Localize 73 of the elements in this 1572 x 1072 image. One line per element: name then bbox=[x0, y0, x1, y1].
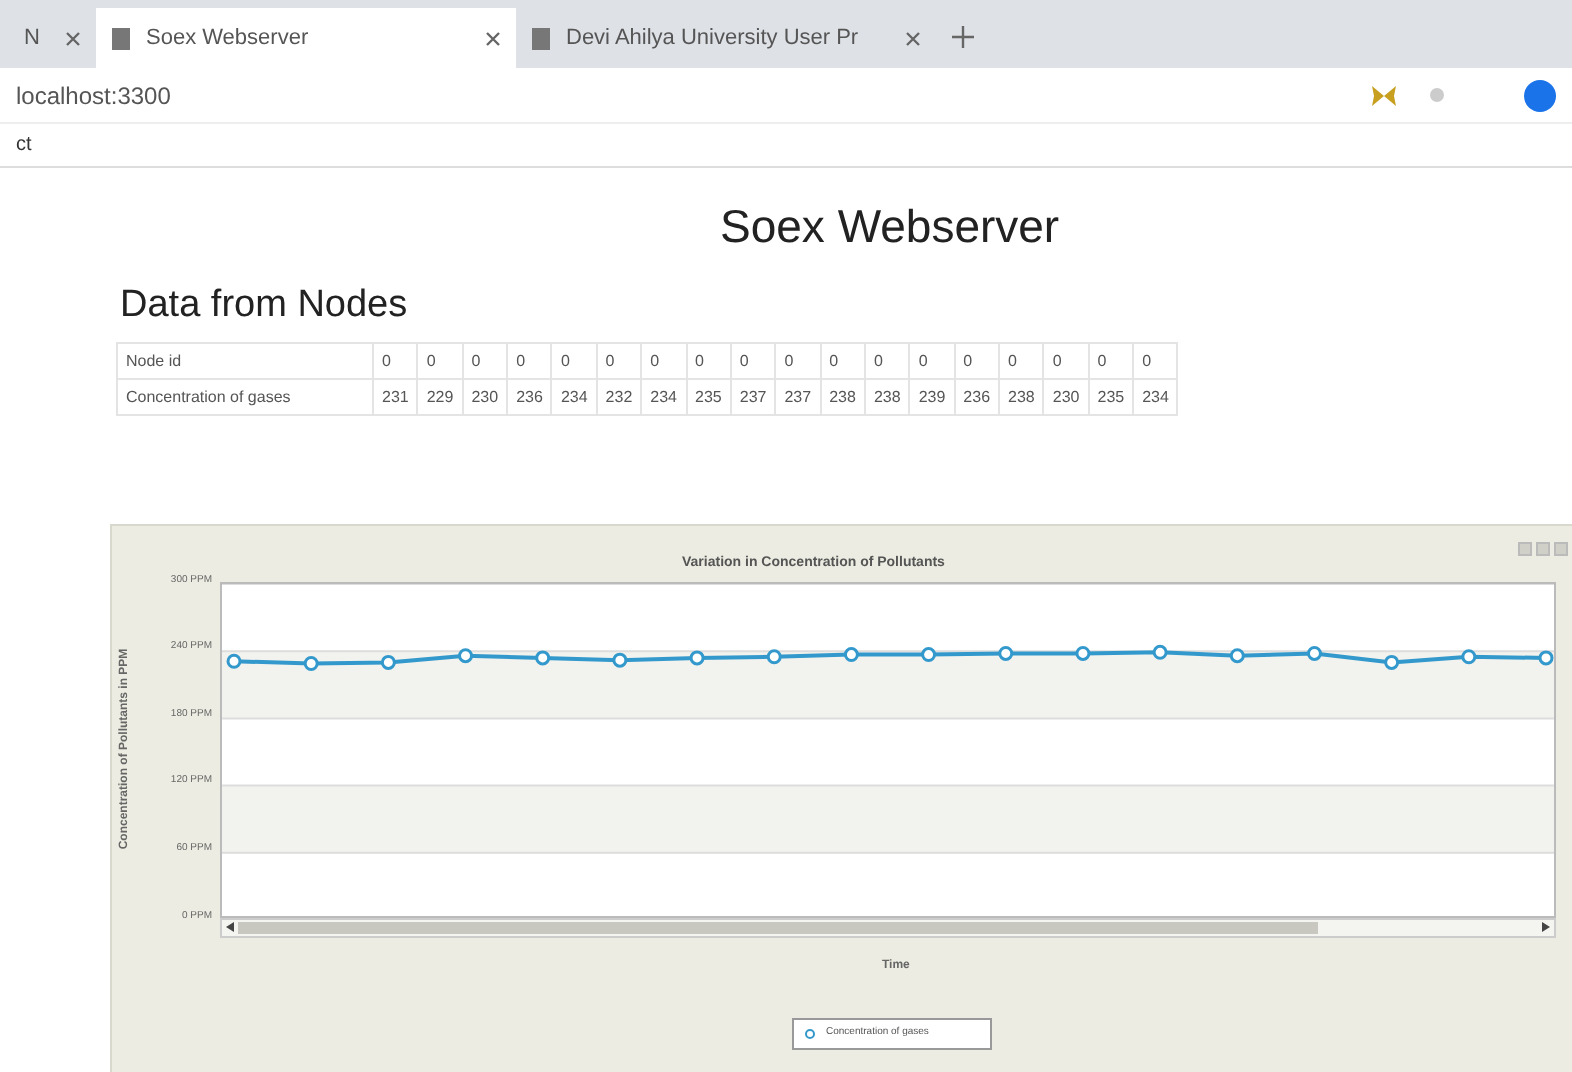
data-point bbox=[1384, 653, 1400, 669]
tab-title: Devi Ahilya University User Pr bbox=[566, 23, 861, 54]
table-cell: 238 bbox=[820, 379, 865, 415]
data-point bbox=[689, 649, 705, 665]
table-cell: 0 bbox=[730, 343, 776, 379]
table-cell: 0 bbox=[551, 343, 597, 379]
data-point bbox=[921, 646, 937, 662]
table-cell: 234 bbox=[641, 379, 687, 415]
address-field[interactable]: localhost:3300 bbox=[16, 77, 1370, 113]
table-cell: 230 bbox=[1043, 379, 1089, 415]
legend-marker-icon bbox=[802, 1027, 818, 1039]
scroll-right-icon[interactable] bbox=[1542, 922, 1550, 932]
close-icon[interactable] bbox=[906, 31, 920, 45]
close-icon[interactable] bbox=[486, 31, 500, 45]
table-cell: 235 bbox=[686, 379, 731, 415]
data-point bbox=[998, 644, 1014, 660]
table-cell: 0 bbox=[775, 343, 821, 379]
table-cell: 231 bbox=[373, 379, 418, 415]
table-cell: 0 bbox=[641, 343, 687, 379]
table-cell: 236 bbox=[507, 379, 552, 415]
table-cell: 0 bbox=[417, 343, 463, 379]
table-cell: 0 bbox=[373, 343, 418, 379]
scroll-left-icon[interactable] bbox=[226, 922, 234, 932]
table-cell: 234 bbox=[551, 379, 597, 415]
table-cell: 0 bbox=[999, 343, 1044, 379]
table-cell: 239 bbox=[909, 379, 955, 415]
table-cell: 0 bbox=[909, 343, 955, 379]
table-cell: 237 bbox=[730, 379, 776, 415]
row-header: Node id bbox=[117, 343, 373, 379]
section-heading: Data from Nodes bbox=[120, 281, 410, 329]
table-cell: 232 bbox=[596, 379, 642, 415]
table-cell: 237 bbox=[775, 379, 821, 415]
browser-tab[interactable]: Soex Webserver bbox=[96, 8, 516, 68]
data-point bbox=[1152, 643, 1168, 659]
data-point bbox=[843, 646, 859, 662]
row-header: Concentration of gases bbox=[117, 379, 373, 415]
data-point bbox=[1229, 647, 1245, 663]
table-cell: 0 bbox=[462, 343, 508, 379]
data-point bbox=[458, 647, 474, 663]
data-point bbox=[1461, 648, 1477, 664]
table-cell: 238 bbox=[999, 379, 1044, 415]
table-cell: 238 bbox=[864, 379, 910, 415]
table-cell: 230 bbox=[462, 379, 508, 415]
table-cell: 0 bbox=[1043, 343, 1089, 379]
data-point bbox=[226, 652, 242, 668]
table-cell: 235 bbox=[1088, 379, 1134, 415]
table-cell: 0 bbox=[1088, 343, 1134, 379]
data-point bbox=[380, 653, 396, 669]
page-title: Soex Webserver bbox=[720, 198, 1062, 256]
data-point bbox=[1075, 644, 1091, 660]
scroll-thumb[interactable] bbox=[238, 921, 1318, 933]
table-cell: 234 bbox=[1133, 379, 1178, 415]
table-cell: 0 bbox=[596, 343, 642, 379]
table-cell: 0 bbox=[1133, 343, 1178, 379]
butterfly-icon[interactable] bbox=[1370, 83, 1398, 107]
new-tab-icon[interactable] bbox=[952, 26, 974, 48]
table-cell: 0 bbox=[507, 343, 552, 379]
tab-title: Soex Webserver bbox=[146, 23, 311, 54]
tab-title: N bbox=[24, 23, 42, 54]
table-cell: 0 bbox=[864, 343, 910, 379]
data-point bbox=[303, 655, 319, 670]
data-point bbox=[1306, 644, 1322, 660]
table-cell: 229 bbox=[417, 379, 463, 415]
table-cell: 0 bbox=[820, 343, 865, 379]
table-cell: 0 bbox=[686, 343, 731, 379]
data-point bbox=[535, 649, 551, 665]
table-cell: 0 bbox=[954, 343, 1000, 379]
scrollbar[interactable] bbox=[220, 917, 1556, 937]
data-point bbox=[612, 651, 628, 667]
table-cell: 236 bbox=[954, 379, 1000, 415]
data-point bbox=[766, 648, 782, 664]
bookmark-item[interactable]: ct bbox=[16, 130, 32, 160]
close-icon[interactable] bbox=[66, 31, 80, 45]
